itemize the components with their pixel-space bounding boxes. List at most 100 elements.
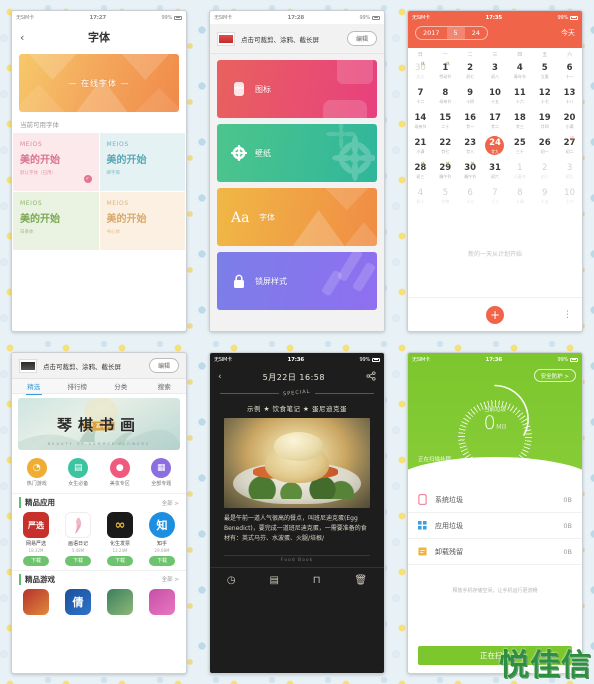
calendar-day[interactable]: 6 十一 — [557, 59, 582, 84]
theme-card-wallpaper[interactable]: 壁纸 — [217, 124, 377, 182]
app-item[interactable]: 知 知乎 29.08M 下载 — [141, 512, 183, 566]
category-item[interactable]: ● 美妆专区 — [99, 458, 141, 487]
calendar-day[interactable]: 24 廿九 — [483, 134, 508, 159]
calendar-day[interactable]: 22 廿七 — [433, 134, 458, 159]
calendar-day[interactable]: 7 十三 — [483, 184, 508, 209]
year-pill[interactable]: 2017 — [416, 27, 447, 39]
date-pill-group[interactable]: 2017 5 24 — [415, 26, 488, 40]
calendar-day[interactable]: 4 青年节 — [507, 59, 532, 84]
calendar-day[interactable]: 10 十六 — [557, 184, 582, 209]
app-item[interactable]: 画语日记 5.48M 下载 — [57, 512, 99, 566]
font-card[interactable]: MEIOS 美的开始 蝉字库 — [99, 133, 185, 191]
calendar-day[interactable]: 休 28 初三 — [408, 159, 433, 184]
calendar-day[interactable]: 12 十七 — [532, 84, 557, 109]
food-photo[interactable] — [224, 418, 370, 508]
calendar-day[interactable]: 10 十五 — [483, 84, 508, 109]
calendar-day[interactable]: 3 初八 — [483, 59, 508, 84]
calendar-day[interactable]: 19 廿四 — [532, 109, 557, 134]
junk-row[interactable]: 卸载残留 0B — [408, 539, 582, 565]
calendar-day[interactable]: 休 30 初五 — [408, 59, 433, 84]
calendar-day[interactable]: 2 初七 — [458, 59, 483, 84]
theme-card-font[interactable]: Aa 字体 — [217, 188, 377, 246]
today-button[interactable]: 今天 — [561, 28, 575, 38]
calendar-day[interactable]: 班 27 初二 — [557, 134, 582, 159]
calendar-day[interactable]: 13 十八 — [557, 84, 582, 109]
section-see-all[interactable]: 全部 > — [162, 575, 179, 583]
game-item[interactable] — [15, 588, 57, 615]
section-see-all[interactable]: 全部 > — [162, 499, 179, 507]
calendar-day[interactable]: 休 29 端午节 — [433, 159, 458, 184]
junk-row[interactable]: 应用垃圾 0B — [408, 513, 582, 539]
tab-featured[interactable]: 精选 — [12, 381, 56, 395]
calendar-day[interactable]: 5 芒种 — [433, 184, 458, 209]
calendar-day[interactable]: 1 儿童节 — [507, 159, 532, 184]
app-item[interactable]: ∞ 化生发票 12.24M 下载 — [99, 512, 141, 566]
edit-button[interactable]: 编辑 — [346, 31, 377, 46]
download-button[interactable]: 下载 — [64, 555, 91, 566]
security-shield-button[interactable]: 安全防护 > — [533, 369, 576, 382]
cell-calendar: 无SIM卡 17:35 99% 2017 5 24 今天 日 一 二 三 四 五… — [396, 0, 594, 342]
calendar-day[interactable]: 21 小满 — [408, 134, 433, 159]
calendar-day[interactable]: 8 十四 — [507, 184, 532, 209]
font-card[interactable]: MEIOS 美的开始 书心体 — [99, 192, 185, 250]
calendar-day[interactable]: 26 初一 — [532, 134, 557, 159]
calendar-grid[interactable]: 休 30 初五休 1 劳动节 2 初七 3 初八 4 青年节 5 立夏 6 十一 7 十二 8 母亲节 9 十四 10 十五… — [408, 59, 582, 209]
online-fonts-banner[interactable]: — 在线字体 — — [19, 54, 179, 112]
calendar-day[interactable]: 9 十五 — [532, 184, 557, 209]
calendar-day[interactable]: 4 初十 — [408, 184, 433, 209]
theme-card-lockscreen[interactable]: 锁屏样式 — [217, 252, 377, 310]
game-item[interactable] — [99, 588, 141, 615]
tab-category[interactable]: 分类 — [99, 381, 143, 391]
trash-icon[interactable]: 🗑 — [354, 575, 367, 586]
calendar-day[interactable]: 16 廿一 — [458, 109, 483, 134]
clock-icon[interactable]: ◷ — [227, 575, 236, 586]
tab-ranking[interactable]: 排行榜 — [56, 381, 100, 391]
calendar-day[interactable]: 休 1 劳动节 — [433, 59, 458, 84]
calendar-day[interactable]: 23 廿八 — [458, 134, 483, 159]
calendar-day[interactable]: 25 三十 — [507, 134, 532, 159]
download-button[interactable]: 下载 — [106, 555, 133, 566]
calendar-day[interactable]: 17 廿二 — [483, 109, 508, 134]
share-icon[interactable] — [366, 370, 376, 384]
edit-button[interactable]: 编辑 — [148, 358, 179, 373]
calendar-day[interactable]: 8 母亲节 — [433, 84, 458, 109]
calendar-day[interactable]: 18 廿三 — [507, 109, 532, 134]
calendar-day[interactable]: 休 30 端午节 — [458, 159, 483, 184]
game-item[interactable] — [141, 588, 183, 615]
category-item[interactable]: ◔ 热门游戏 — [16, 458, 58, 487]
calendar-day[interactable]: 15 二十 — [433, 109, 458, 134]
month-pill[interactable]: 5 — [446, 27, 465, 39]
category-item[interactable]: ▤ 女生必备 — [58, 458, 100, 487]
calendar-day[interactable]: 14 母亲节 — [408, 109, 433, 134]
more-vertical-icon[interactable]: ⋮ — [563, 310, 572, 320]
add-event-button[interactable]: + — [486, 305, 504, 324]
font-card[interactable]: MEIOS 美的开始 默认字体（已用） ✓ — [13, 133, 99, 191]
chevron-left-icon[interactable]: ‹ — [218, 372, 222, 382]
calendar-day[interactable]: 11 十六 — [507, 84, 532, 109]
download-button[interactable]: 下载 — [148, 555, 175, 566]
category-item[interactable]: ▦ 全部专题 — [141, 458, 183, 487]
save-icon[interactable]: ▤ — [269, 575, 278, 586]
store-tabs[interactable]: 精选 排行榜 分类 搜索 — [12, 379, 187, 395]
calendar-day[interactable]: 9 十四 — [458, 84, 483, 109]
app-item[interactable]: 严选 网易严选 18.32M 下载 — [15, 512, 57, 566]
screenshot-thumbnail[interactable] — [217, 31, 235, 46]
theme-card-icons[interactable]: 图标 — [217, 60, 377, 118]
calendar-day[interactable]: 3 初九 — [557, 159, 582, 184]
calendar-day[interactable]: 5 立夏 — [532, 59, 557, 84]
calendar-day[interactable]: 2 初八 — [532, 159, 557, 184]
calendar-day[interactable]: 31 初六 — [483, 159, 508, 184]
download-button[interactable]: 下载 — [22, 555, 49, 566]
screenshot-thumbnail[interactable] — [19, 358, 37, 373]
screenshot-tip: 点击可裁剪、涂鸦、截长屏 — [241, 35, 319, 44]
promo-banner[interactable]: 琴棋书画 诗酒花 BEAUTY OF SUMMER FLOWERS — [18, 398, 180, 450]
font-card[interactable]: MEIOS 美的开始 日系体 — [13, 192, 99, 250]
calendar-day[interactable]: 20 小满 — [557, 109, 582, 134]
game-item[interactable]: 倩 — [57, 588, 99, 615]
cut-icon[interactable]: ⊓ — [313, 575, 321, 586]
calendar-day[interactable]: 6 十二 — [458, 184, 483, 209]
junk-row[interactable]: 系统垃圾 0B — [408, 487, 582, 513]
tab-search[interactable]: 搜索 — [143, 381, 187, 391]
day-pill[interactable]: 24 — [465, 27, 487, 39]
calendar-day[interactable]: 7 十二 — [408, 84, 433, 109]
